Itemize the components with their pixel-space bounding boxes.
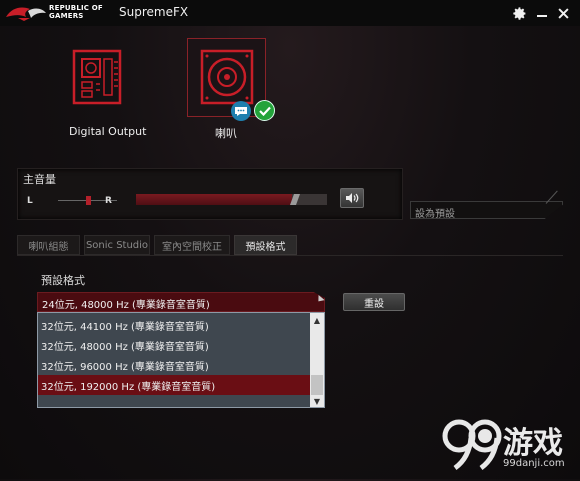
settings-gear-icon[interactable] — [509, 3, 529, 23]
title-bar: REPUBLIC OF GAMERS SupremeFX — [0, 0, 580, 26]
reset-button[interactable]: 重設 — [343, 293, 405, 311]
brand-line-2: GAMERS — [49, 12, 84, 20]
brand-line-1: REPUBLIC OF — [49, 4, 103, 12]
balance-left-label: L — [27, 196, 33, 206]
tab-room-calibration[interactable]: 室內空間校正 — [154, 235, 230, 255]
brand-text: REPUBLIC OF GAMERS — [49, 4, 103, 20]
rog-logo — [6, 7, 46, 21]
balance-slider-handle[interactable] — [86, 196, 91, 205]
dropdown-option-selected[interactable]: 32位元, 192000 Hz (專業錄音室音質) — [38, 375, 310, 395]
volume-slider[interactable] — [136, 194, 327, 205]
scrollbar-thumb[interactable] — [311, 375, 323, 395]
scroll-up-arrow-icon[interactable]: ▲ — [313, 316, 321, 325]
watermark-url: 99danji.com — [503, 458, 565, 469]
watermark-text: 游戏 — [503, 426, 563, 461]
tab-default-format[interactable]: 預設格式 — [234, 235, 297, 255]
chat-bubble-icon[interactable] — [231, 101, 251, 121]
close-icon[interactable] — [553, 3, 573, 23]
device-label: Digital Output — [69, 125, 147, 138]
dropdown-option[interactable]: 32位元, 96000 Hz (專業錄音室音質) — [38, 355, 310, 375]
volume-fill — [136, 194, 292, 205]
digital-output-icon — [62, 40, 138, 116]
master-volume-panel: 主音量 L R — [17, 168, 403, 220]
speaker-volume-icon — [346, 193, 359, 203]
watermark: 游戏 99danji.com — [441, 410, 580, 478]
app-title: SupremeFX — [119, 5, 189, 19]
speaker-icon — [200, 49, 254, 105]
scroll-down-arrow-icon[interactable]: ▼ — [313, 397, 321, 406]
balance-right-label: R — [105, 196, 112, 206]
default-format-label: 預設格式 — [41, 274, 85, 287]
tab-speaker-config[interactable]: 喇叭組態 — [17, 235, 80, 255]
format-select[interactable]: 24位元, 48000 Hz (專業錄音室音質) — [37, 292, 325, 312]
dropdown-scrollbar[interactable]: ▲ ▼ — [310, 313, 324, 407]
checkmark-icon — [254, 100, 275, 121]
tab-sonic-studio[interactable]: Sonic Studio — [84, 235, 150, 255]
minimize-icon[interactable] — [532, 3, 552, 23]
format-dropdown-list[interactable]: 32位元, 44100 Hz (專業錄音室音質) 32位元, 48000 Hz … — [37, 312, 325, 408]
volume-title: 主音量 — [23, 173, 56, 186]
dropdown-option[interactable]: 32位元, 44100 Hz (專業錄音室音質) — [38, 315, 310, 335]
dropdown-option[interactable]: 32位元, 48000 Hz (專業錄音室音質) — [38, 335, 310, 355]
set-default-field[interactable]: 設為預設 — [410, 201, 563, 219]
mute-button[interactable] — [340, 188, 364, 208]
tab-divider — [17, 255, 563, 256]
device-label: 喇叭 — [215, 127, 237, 140]
